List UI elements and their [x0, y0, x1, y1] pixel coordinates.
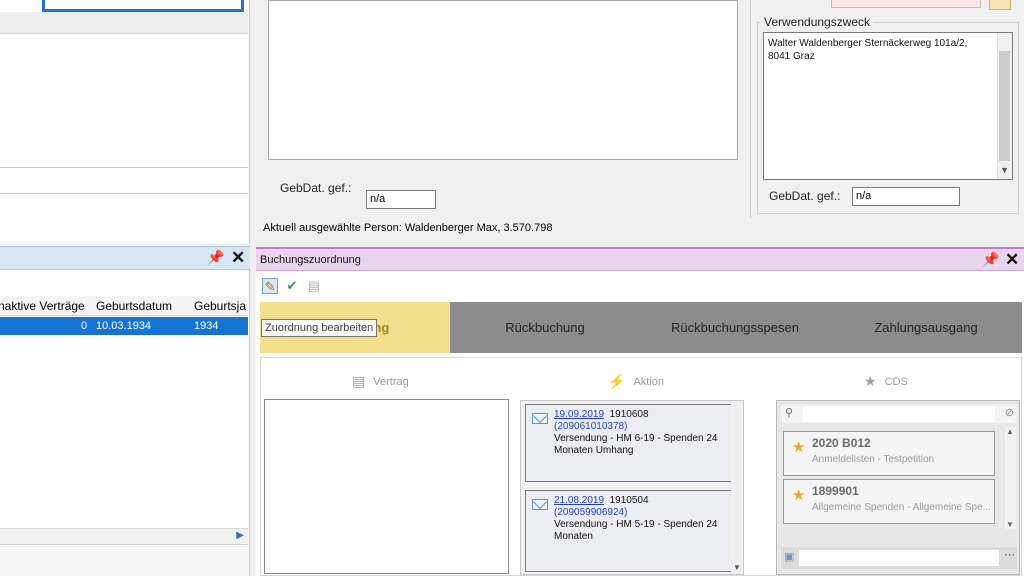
horizontal-scrollbar[interactable]: ▶ [0, 528, 248, 544]
buchungszuordnung-panel: Buchungszuordnung 📌 ✕ ✎ ✔ ▤ Zuordnung Rü… [256, 247, 1024, 576]
scroll-icon: ▤ [352, 373, 366, 389]
star-icon: ★ [792, 487, 806, 504]
memo-line-2: 8041 Graz [768, 51, 815, 62]
tab-zahlungsausgang[interactable]: Zahlungsausgang [830, 302, 1022, 353]
col-inaktive-vertraege[interactable]: naktive Verträge [0, 299, 85, 313]
pin-icon[interactable]: 📌 [207, 249, 224, 266]
cds-filter-input[interactable] [803, 406, 995, 422]
aktion-number: (209059906924) [554, 507, 628, 518]
aktion-id: 1910608 [609, 409, 649, 420]
cell-geburtsjahr: 1934 [194, 320, 219, 332]
vertrag-label: Vertrag [373, 375, 409, 388]
close-icon[interactable]: ✕ [231, 248, 245, 268]
cell-inaktive: 0 [81, 320, 88, 332]
calendar-icon[interactable]: ▣ [784, 550, 794, 563]
cds-filter-bar: ⚲ ⊘ [781, 405, 1017, 423]
envelope-icon [532, 413, 548, 424]
cds-code: 2020 B012 [812, 436, 871, 450]
col-geburtsjahr[interactable]: Geburtsja [194, 299, 246, 313]
cds-header: ★ CDS [864, 373, 908, 390]
cds-label: CDS [884, 375, 908, 388]
left-top-pane [0, 0, 250, 244]
lightning-icon: ⚡ [608, 373, 626, 389]
cds-description: Allgemeine Spenden - Allgemeine Spe... [812, 502, 990, 513]
vertrag-header: ▤ Vertrag [352, 373, 409, 390]
cds-list[interactable]: ⚲ ⊘ ★ 2020 B012 Anmeldelisten - Testpeti… [776, 400, 1020, 575]
list-item[interactable]: 21.08.2019 1910504 (209059906924) Versen… [525, 490, 733, 572]
tab-rueckbuchung[interactable]: Rückbuchung [450, 302, 640, 353]
gebdat-label: GebDat. gef.: [280, 181, 352, 195]
envelope-icon [532, 499, 548, 510]
verwendungszweck-memo[interactable]: Walter Waldenberger Sternäckerweg 101a/2… [763, 32, 1013, 180]
selected-person-status: Aktuell ausgewählte Person: Waldenberger… [263, 222, 553, 234]
vertrag-list[interactable] [264, 399, 509, 574]
more-icon[interactable]: ⋯ [1004, 548, 1015, 561]
pin-icon[interactable]: 📌 [982, 251, 999, 268]
cds-code: 1899901 [812, 484, 859, 498]
edit-button[interactable] [989, 0, 1011, 10]
aktion-text-2: Monaten Umhang [554, 445, 634, 456]
document-icon[interactable]: ▤ [306, 278, 322, 294]
table-row[interactable]: 0 10.03.1934 1934 [0, 317, 248, 335]
aktion-text-2: Monaten [554, 531, 593, 542]
aktion-scrollbar[interactable]: ▼ [731, 401, 743, 574]
person-list-titlebar: 📌 ✕ [0, 246, 250, 270]
list-item[interactable]: ★ 2020 B012 Anmeldelisten - Testpetition [783, 431, 995, 476]
memo-line-1: Walter Waldenberger Sternäckerweg 101a/2… [768, 38, 968, 49]
gebdat-label-right: GebDat. gef.: [769, 189, 841, 203]
aktion-list[interactable]: 19.09.2019 1910608 (209061010378) Versen… [520, 400, 744, 575]
edit-assignment-icon[interactable]: ✎ [262, 278, 278, 294]
aktion-id: 1910504 [609, 495, 649, 506]
panel-title: Buchungszuordnung [260, 254, 361, 266]
cds-bottom-input[interactable] [799, 550, 999, 566]
person-list-pane: 📌 ✕ naktive Verträge Geburtsdatum Geburt… [0, 246, 250, 576]
gebdat-input-right[interactable]: n/a [852, 187, 960, 206]
grid-footer [0, 168, 248, 194]
aktion-label: Aktion [633, 375, 665, 388]
close-icon[interactable]: ✕ [1005, 250, 1019, 270]
filter-icon[interactable]: ⚲ [785, 406, 793, 419]
verwendungszweck-title: Verwendungszweck [761, 15, 874, 29]
cds-description: Anmeldelisten - Testpetition [812, 454, 935, 465]
list-item[interactable]: ★ 1899901 Allgemeine Spenden - Allgemein… [783, 479, 995, 524]
detail-textarea[interactable] [268, 0, 738, 160]
clear-filter-icon[interactable]: ⊘ [1005, 406, 1014, 419]
selected-field-box[interactable] [42, 0, 244, 12]
aktion-number: (209061010378) [554, 421, 628, 432]
col-geburtsdatum[interactable]: Geburtsdatum [96, 299, 172, 313]
toolbar: ✎ ✔ ▤ [256, 272, 1024, 300]
cell-geburtsdatum: 10.03.1934 [96, 320, 152, 332]
tab-rueckbuchungsspesen[interactable]: Rückbuchungsspesen [640, 302, 830, 353]
cds-bottom-bar: ▣ ⋯ [781, 547, 1017, 569]
scroll-down-icon[interactable]: ▼ [1006, 520, 1014, 529]
verwendungszweck-pane: Verwendungszweck Walter Waldenberger Ste… [750, 0, 1024, 218]
scroll-up-icon[interactable]: ▲ [1006, 427, 1014, 436]
buchungszuordnung-titlebar: Buchungszuordnung 📌 ✕ [256, 247, 1024, 271]
gebdat-input[interactable]: n/a [366, 190, 436, 209]
person-grid-header: naktive Verträge Geburtsdatum Geburtsja [0, 296, 248, 316]
aktion-text-1: Versendung - HM 6-19 - Spenden 24 [554, 433, 718, 444]
scroll-down-icon[interactable]: ▼ [733, 563, 741, 572]
grid-header [0, 12, 248, 34]
cds-scrollbar[interactable]: ▲ ▼ [1005, 427, 1016, 529]
aktion-text-1: Versendung - HM 5-19 - Spenden 24 [554, 519, 718, 530]
scroll-right-icon[interactable]: ▶ [236, 530, 244, 541]
aktion-date[interactable]: 21.08.2019 [554, 495, 604, 506]
memo-scroll-thumb[interactable] [999, 51, 1010, 161]
tooltip: Zuordnung bearbeiten [261, 319, 378, 337]
scroll-down-icon[interactable]: ▼ [1000, 164, 1009, 177]
aktion-date[interactable]: 19.09.2019 [554, 409, 604, 420]
results-grid[interactable] [0, 34, 248, 168]
list-item[interactable]: 19.09.2019 1910608 (209061010378) Versen… [525, 404, 733, 482]
detail-pane: GebDat. gef.: n/a [256, 0, 750, 244]
star-icon: ★ [864, 373, 877, 389]
star-icon: ★ [792, 439, 806, 456]
aktion-header: ⚡ Aktion [608, 373, 664, 390]
person-list-footer [0, 544, 248, 576]
spender-zb-field[interactable] [831, 0, 981, 8]
confirm-icon[interactable]: ✔ [284, 278, 300, 294]
